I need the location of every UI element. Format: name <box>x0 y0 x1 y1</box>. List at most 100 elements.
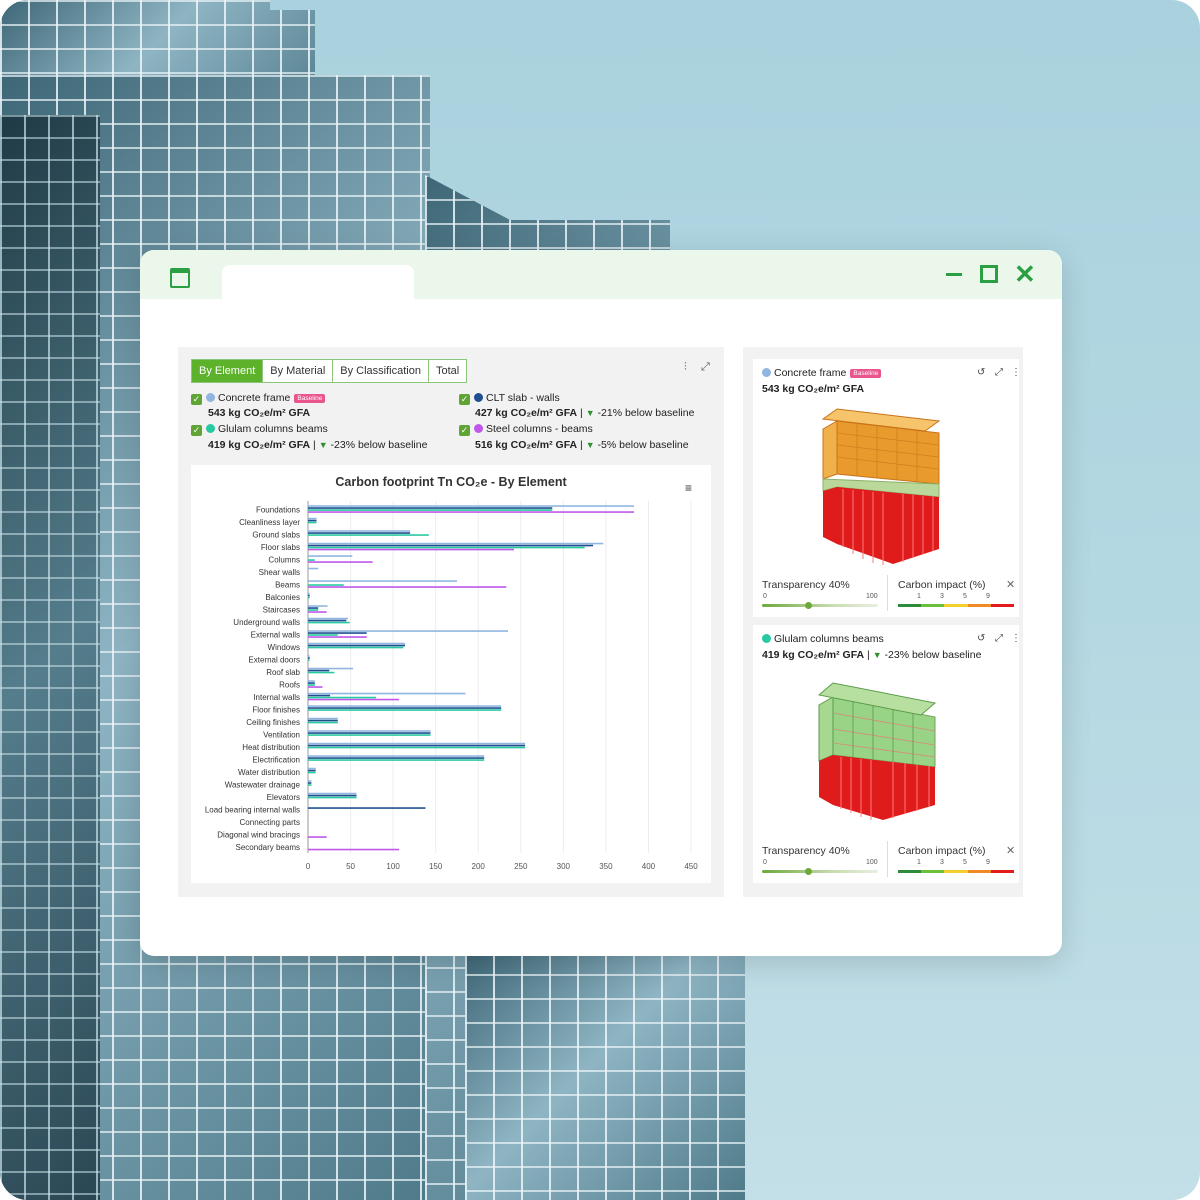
impact-tick: 3 <box>940 593 944 600</box>
category-label: Ventilation <box>263 730 300 739</box>
bar-clt-slab-walls <box>308 594 310 597</box>
bar-concrete-frame <box>308 792 357 795</box>
legend-label: CLT slab - walls <box>486 392 560 404</box>
close-icon[interactable]: ✕ <box>1014 259 1036 289</box>
bar-glulam-columns-beams <box>308 596 310 599</box>
category-label: Beams <box>275 580 300 589</box>
bar-glulam-columns-beams <box>308 734 431 736</box>
bar-concrete-frame <box>308 505 634 507</box>
impact-tick: 9 <box>986 859 990 866</box>
background-photo: ✕ By Element By Material By Classificati… <box>0 0 1200 1200</box>
bar-glulam-columns-beams <box>308 559 315 561</box>
transparency-slider[interactable] <box>762 604 878 607</box>
bar-clt-slab-walls <box>308 769 316 772</box>
impact-label: Carbon impact (%) <box>898 579 986 591</box>
window-tab[interactable] <box>222 265 414 301</box>
impact-scale <box>898 870 1015 873</box>
series-checkbox-glulam[interactable]: ✓ <box>191 425 202 436</box>
tab-by-material[interactable]: By Material <box>263 360 334 382</box>
impact-tick: 3 <box>940 859 944 866</box>
category-label: Floor slabs <box>261 543 300 552</box>
baseline-badge: Baseline <box>294 394 326 403</box>
series-checkbox-clt[interactable]: ✓ <box>459 394 470 405</box>
tab-total[interactable]: Total <box>428 360 467 382</box>
expand-icon[interactable]: ⤢ <box>701 361 710 374</box>
bar-clt-slab-walls <box>308 644 406 647</box>
category-label: Load bearing internal walls <box>205 805 300 814</box>
tab-by-classification[interactable]: By Classification <box>333 360 429 382</box>
category-label: Roofs <box>279 680 300 689</box>
chart-type-icon[interactable]: ⫶ <box>684 361 687 374</box>
model-card-glulam: Glulam columns beams 419 kg CO₂e/m² GFA … <box>753 625 1021 883</box>
category-label: Heat distribution <box>242 743 300 752</box>
slider-max: 100 <box>866 593 878 600</box>
view-tabs: By Element By Material By Classification… <box>191 359 468 383</box>
impact-scale <box>898 604 1015 607</box>
bar-concrete-frame <box>308 655 310 657</box>
x-tick-label: 300 <box>557 862 571 871</box>
bar-clt-slab-walls <box>308 719 338 722</box>
category-label: Staircases <box>263 605 300 614</box>
minimize-icon[interactable] <box>944 263 966 285</box>
bar-concrete-frame <box>308 667 354 670</box>
category-label: Wastewater drainage <box>225 780 301 789</box>
bar-clt-slab-walls <box>308 544 594 547</box>
bar-concrete-frame <box>308 605 328 607</box>
series-checkbox-concrete[interactable]: ✓ <box>191 394 202 405</box>
legend-value-concrete: 543 kg CO₂e/m² GFA <box>208 407 311 419</box>
legend-dot <box>474 424 483 433</box>
transparency-slider[interactable] <box>762 870 878 873</box>
bar-glulam-columns-beams <box>308 534 429 536</box>
impact-label: Carbon impact (%) <box>898 845 986 857</box>
legend-value-glulam: 419 kg CO₂e/m² GFA | ▼ -23% below baseli… <box>208 439 428 451</box>
bar-concrete-frame <box>308 517 317 520</box>
legend-glulam: Glulam columns beams <box>206 423 328 435</box>
legend-dot <box>206 393 215 402</box>
category-label: Diagonal wind bracings <box>217 830 300 839</box>
series-checkbox-steel[interactable]: ✓ <box>459 425 470 436</box>
bar-glulam-columns-beams <box>308 684 315 686</box>
category-label: Underground walls <box>233 618 300 627</box>
bar-concrete-frame <box>308 617 349 620</box>
category-label: Shear walls <box>259 568 300 577</box>
x-tick-label: 0 <box>306 862 311 871</box>
bar-glulam-columns-beams <box>308 621 350 624</box>
bar-concrete-frame <box>308 592 310 595</box>
tab-by-element[interactable]: By Element <box>192 360 264 382</box>
bar-steel-columns-beams <box>308 836 327 838</box>
bar-steel-columns-beams <box>308 561 373 563</box>
bar-concrete-frame <box>308 705 502 707</box>
bar-steel-columns-beams <box>308 698 400 701</box>
category-label: Windows <box>268 643 300 652</box>
bar-glulam-columns-beams <box>308 634 338 636</box>
maximize-icon[interactable] <box>978 263 1000 285</box>
bar-clt-slab-walls <box>308 794 357 797</box>
bar-glulam-columns-beams <box>308 584 344 586</box>
close-icon[interactable]: ✕ <box>1006 578 1015 591</box>
category-label: Water distribution <box>238 768 300 777</box>
x-tick-label: 350 <box>599 862 613 871</box>
bar-steel-columns-beams <box>308 636 367 638</box>
bar-steel-columns-beams <box>308 548 514 551</box>
bar-clt-slab-walls <box>308 532 411 534</box>
x-tick-label: 100 <box>386 862 400 871</box>
bar-concrete-frame <box>308 555 353 557</box>
close-icon[interactable]: ✕ <box>1006 844 1015 857</box>
category-label: Foundations <box>256 505 300 514</box>
bar-clt-slab-walls <box>308 519 317 522</box>
x-tick-label: 250 <box>514 862 528 871</box>
bar-concrete-frame <box>308 580 457 582</box>
model-card-concrete: Concrete frame Baseline 543 kg CO₂e/m² GF… <box>753 359 1021 617</box>
bar-glulam-columns-beams <box>308 746 526 749</box>
x-tick-label: 50 <box>346 862 355 871</box>
slider-max: 100 <box>866 859 878 866</box>
bar-steel-columns-beams <box>308 586 507 588</box>
bar-steel-columns-beams <box>308 686 323 688</box>
bar-concrete-frame <box>308 755 485 757</box>
bar-concrete-frame <box>308 730 431 732</box>
category-label: Floor finishes <box>252 705 300 714</box>
impact-tick: 1 <box>917 859 921 866</box>
bar-clt-slab-walls <box>308 632 367 634</box>
legend-dot <box>206 424 215 433</box>
x-tick-label: 400 <box>642 862 656 871</box>
